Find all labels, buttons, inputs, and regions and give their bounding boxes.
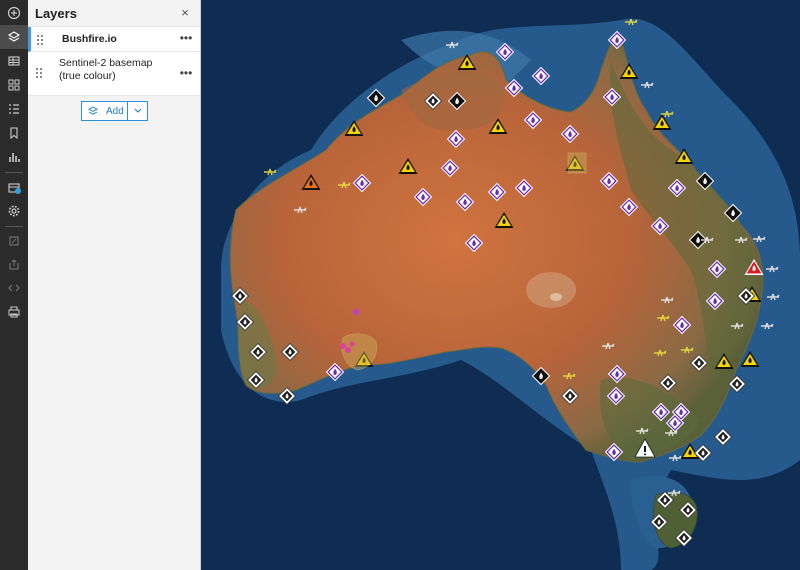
export-icon[interactable] xyxy=(0,253,28,277)
layer-label: Sentinel-2 basemap (true colour) xyxy=(59,57,153,82)
table-icon[interactable] xyxy=(0,49,28,73)
side-toolbar xyxy=(0,0,28,570)
embed-icon[interactable] xyxy=(0,276,28,300)
layers-panel: Layers × Bushfire.io ••• Sentinel-2 base… xyxy=(28,0,201,570)
drag-handle-icon[interactable] xyxy=(37,35,45,45)
add-icon[interactable] xyxy=(0,1,28,25)
map-canvas[interactable] xyxy=(201,0,800,570)
basemap-icon[interactable] xyxy=(0,176,28,200)
map-view[interactable] xyxy=(201,0,800,570)
panel-header: Layers × xyxy=(28,0,200,27)
chart-icon[interactable] xyxy=(0,145,28,169)
toolbar-divider xyxy=(5,172,23,173)
notification-dot xyxy=(15,188,21,194)
layer-label: Bushfire.io xyxy=(62,33,117,45)
burn-area[interactable] xyxy=(567,152,587,174)
add-dropdown-button[interactable] xyxy=(128,102,147,120)
layers-add-icon xyxy=(88,106,98,115)
print-icon[interactable] xyxy=(0,300,28,324)
add-layer-button[interactable]: Add xyxy=(82,102,129,120)
layer-item-sentinel-basemap[interactable]: Sentinel-2 basemap (true colour) ••• xyxy=(28,52,200,96)
layer-item-bushfire[interactable]: Bushfire.io ••• xyxy=(28,27,200,52)
share-icon[interactable] xyxy=(0,229,28,253)
more-options-icon[interactable]: ••• xyxy=(179,67,193,79)
toolbar-divider xyxy=(5,226,23,227)
settings-icon[interactable] xyxy=(0,199,28,223)
add-layer-control: Add xyxy=(81,101,148,121)
widget-icon[interactable] xyxy=(0,73,28,97)
close-icon[interactable]: × xyxy=(176,4,194,22)
more-options-icon[interactable]: ••• xyxy=(179,32,193,44)
legend-icon[interactable] xyxy=(0,97,28,121)
layers-icon[interactable] xyxy=(0,25,28,49)
add-label: Add xyxy=(106,105,124,117)
bookmark-icon[interactable] xyxy=(0,121,28,145)
drag-handle-icon[interactable] xyxy=(36,68,44,78)
panel-title: Layers xyxy=(35,5,77,21)
chevron-down-icon xyxy=(134,108,142,113)
